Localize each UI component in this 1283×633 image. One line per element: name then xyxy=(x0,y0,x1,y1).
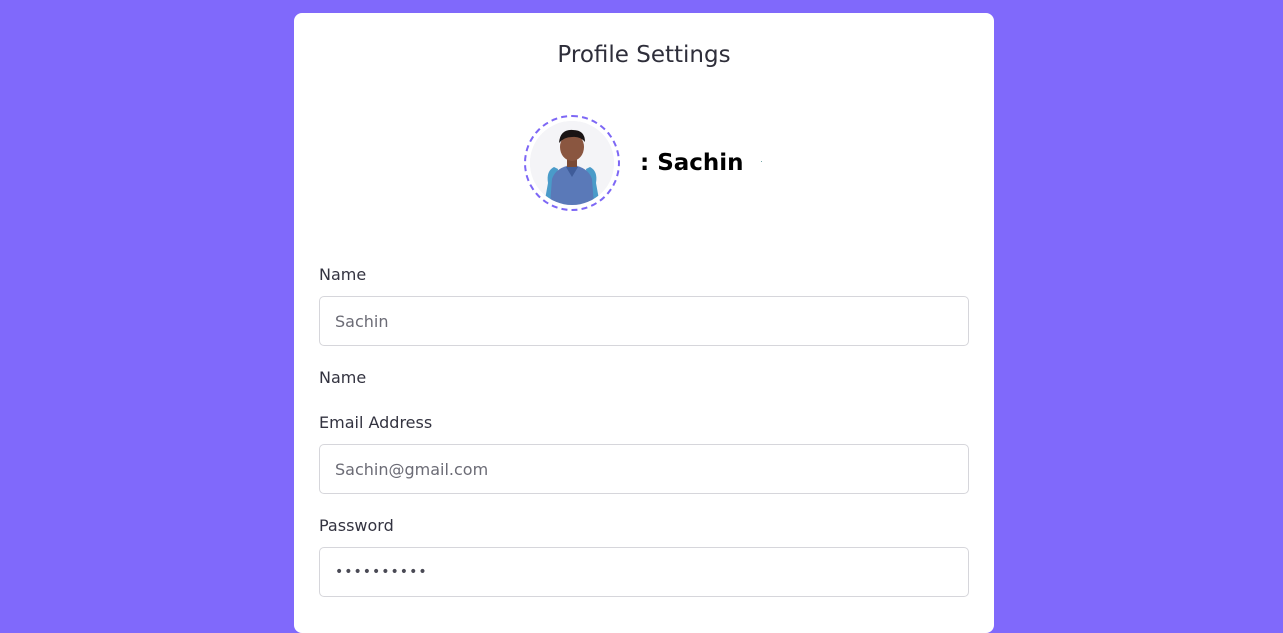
page-title: Profile Settings xyxy=(557,42,731,68)
profile-display-name: : Sachin xyxy=(640,150,744,176)
name-input[interactable] xyxy=(319,296,969,346)
email-label: Email Address xyxy=(319,413,433,432)
password-input[interactable]: •••••••••• xyxy=(319,547,969,597)
decorative-dot xyxy=(761,161,762,162)
avatar xyxy=(530,121,614,205)
profile-header: : Sachin xyxy=(524,113,744,213)
secondary-name-label: Name xyxy=(319,368,367,387)
password-label: Password xyxy=(319,516,394,535)
profile-settings-card: Profile Settings: Sachin Name Sachin Na… xyxy=(294,13,994,633)
password-value: •••••••••• xyxy=(335,564,428,580)
avatar-ring[interactable] xyxy=(524,115,620,211)
name-label: Name xyxy=(319,265,367,284)
user-photo-avatar-icon xyxy=(530,121,614,205)
email-input[interactable] xyxy=(319,444,969,494)
